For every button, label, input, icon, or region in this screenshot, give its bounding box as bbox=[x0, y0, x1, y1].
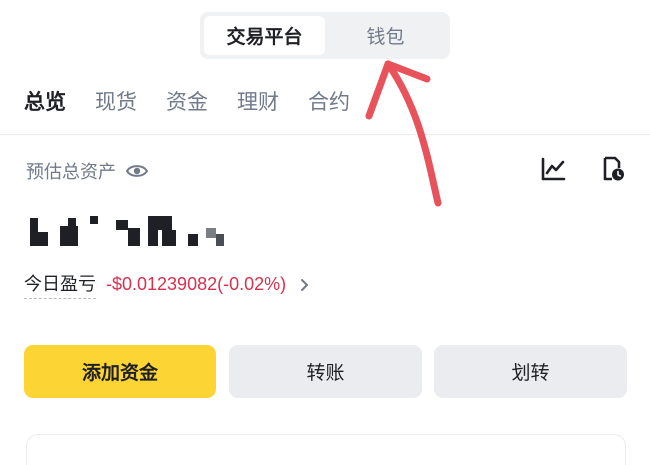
platform-switch: 交易平台 钱包 bbox=[200, 12, 450, 59]
eye-icon[interactable] bbox=[126, 163, 148, 179]
tab-overview[interactable]: 总览 bbox=[24, 86, 66, 116]
chart-icon[interactable] bbox=[540, 156, 566, 182]
transfer-button[interactable]: 转账 bbox=[229, 345, 422, 398]
account-tabs: 总览 现货 资金 理财 合约 bbox=[0, 86, 650, 135]
today-pnl-label: 今日盈亏 bbox=[24, 270, 96, 299]
history-icon[interactable] bbox=[600, 156, 626, 182]
tab-wallet[interactable]: 钱包 bbox=[325, 16, 446, 55]
asset-card bbox=[26, 434, 626, 465]
add-funds-button[interactable]: 添加资金 bbox=[24, 345, 216, 398]
today-pnl-row[interactable]: 今日盈亏 -$0.01239082(-0.02%) bbox=[24, 270, 310, 299]
internal-transfer-button[interactable]: 划转 bbox=[434, 345, 627, 398]
today-pnl-value: -$0.01239082(-0.02%) bbox=[106, 274, 287, 294]
tab-spot[interactable]: 现货 bbox=[95, 86, 137, 116]
tab-funding[interactable]: 资金 bbox=[166, 86, 208, 116]
estimated-assets-row: 预估总资产 bbox=[26, 158, 148, 184]
chevron-right-icon[interactable] bbox=[300, 278, 310, 292]
masked-balance bbox=[30, 216, 224, 246]
tab-trading-platform[interactable]: 交易平台 bbox=[204, 16, 325, 55]
estimated-assets-label: 预估总资产 bbox=[26, 162, 116, 183]
tab-earn[interactable]: 理财 bbox=[237, 86, 279, 116]
tab-futures[interactable]: 合约 bbox=[308, 86, 350, 116]
